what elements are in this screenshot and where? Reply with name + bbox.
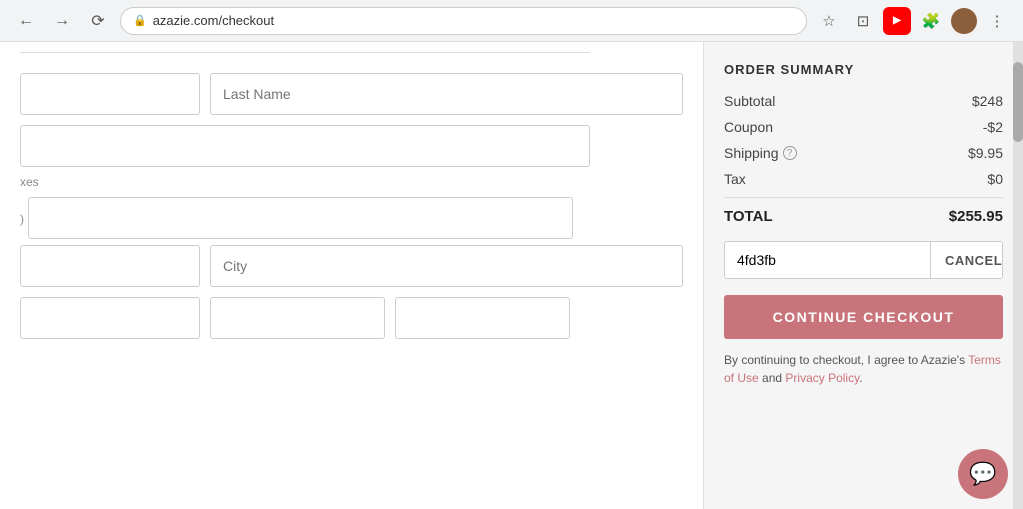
summary-divider (724, 197, 1003, 198)
order-summary-panel: ORDER SUMMARY Subtotal $248 Coupon -$2 S… (703, 42, 1023, 509)
city-row (20, 245, 683, 287)
continue-checkout-button[interactable]: CONTINUE CHECKOUT (724, 295, 1003, 339)
extensions-icon[interactable]: 🧩 (917, 7, 945, 35)
form-section-full (20, 125, 683, 167)
shipping-value: $9.95 (968, 145, 1003, 161)
total-value: $255.95 (949, 208, 1003, 225)
suffix-text: xes (20, 175, 39, 189)
total-label: TOTAL (724, 208, 773, 225)
chat-icon: 💬 (969, 461, 996, 487)
shipping-help-icon[interactable]: ? (783, 146, 797, 160)
reload-button[interactable]: ⟳ (84, 7, 112, 35)
form-area: xes ) (0, 42, 703, 509)
zip-input[interactable] (20, 297, 200, 339)
subtotal-row: Subtotal $248 (724, 93, 1003, 109)
browser-right-icons: ☆ ⊡ ▶ 🧩 ⋮ (815, 7, 1011, 35)
form-section-city (20, 245, 683, 287)
paren-text: ) (20, 212, 24, 226)
country-input[interactable] (210, 297, 385, 339)
top-divider (20, 52, 590, 53)
menu-icon[interactable]: ⋮ (983, 7, 1011, 35)
terms-text: By continuing to checkout, I agree to Az… (724, 351, 1003, 387)
lock-icon: 🔒 (133, 14, 147, 27)
url-text: azazie.com/checkout (153, 13, 274, 28)
first-name-input[interactable] (20, 73, 200, 115)
zip-row (20, 297, 683, 339)
forward-button[interactable]: → (48, 7, 76, 35)
privacy-policy-link[interactable]: Privacy Policy (785, 371, 859, 385)
media-icon[interactable]: ⊡ (849, 7, 877, 35)
name-row (20, 73, 683, 115)
apt-input[interactable] (28, 197, 573, 239)
scrollbar[interactable] (1013, 42, 1023, 509)
browser-chrome: ← → ⟳ 🔒 azazie.com/checkout ☆ ⊡ ▶ 🧩 ⋮ (0, 0, 1023, 42)
tax-label: Tax (724, 171, 746, 187)
phone-input[interactable] (395, 297, 570, 339)
shipping-row: Shipping ? $9.95 (724, 145, 1003, 161)
coupon-input-row: CANCEL (724, 241, 1003, 279)
city-input[interactable] (210, 245, 683, 287)
tax-value: $0 (987, 171, 1003, 187)
tax-row: Tax $0 (724, 171, 1003, 187)
coupon-label: Coupon (724, 119, 773, 135)
form-section-name (20, 73, 683, 115)
address-bar[interactable]: 🔒 azazie.com/checkout (120, 7, 807, 35)
bookmark-icon[interactable]: ☆ (815, 7, 843, 35)
form-section-zip (20, 297, 683, 339)
total-row: TOTAL $255.95 (724, 208, 1003, 225)
subtotal-label: Subtotal (724, 93, 775, 109)
coupon-code-input[interactable] (725, 242, 930, 278)
form-section-apt: ) (20, 197, 683, 239)
page-content: xes ) ORDER SUMMARY Subtotal (0, 42, 1023, 509)
order-summary-title: ORDER SUMMARY (724, 62, 1003, 77)
subtotal-value: $248 (972, 93, 1003, 109)
state-input[interactable] (20, 245, 200, 287)
profile-avatar[interactable] (951, 8, 977, 34)
back-button[interactable]: ← (12, 7, 40, 35)
youtube-icon[interactable]: ▶ (883, 7, 911, 35)
address-input[interactable] (20, 125, 590, 167)
form-section-suffix: xes (20, 173, 683, 191)
scrollbar-thumb[interactable] (1013, 62, 1023, 142)
coupon-value: -$2 (983, 119, 1003, 135)
chat-button[interactable]: 💬 (958, 449, 1008, 499)
coupon-row: Coupon -$2 (724, 119, 1003, 135)
last-name-input[interactable] (210, 73, 683, 115)
cancel-button[interactable]: CANCEL (930, 242, 1003, 278)
shipping-label: Shipping ? (724, 145, 797, 161)
